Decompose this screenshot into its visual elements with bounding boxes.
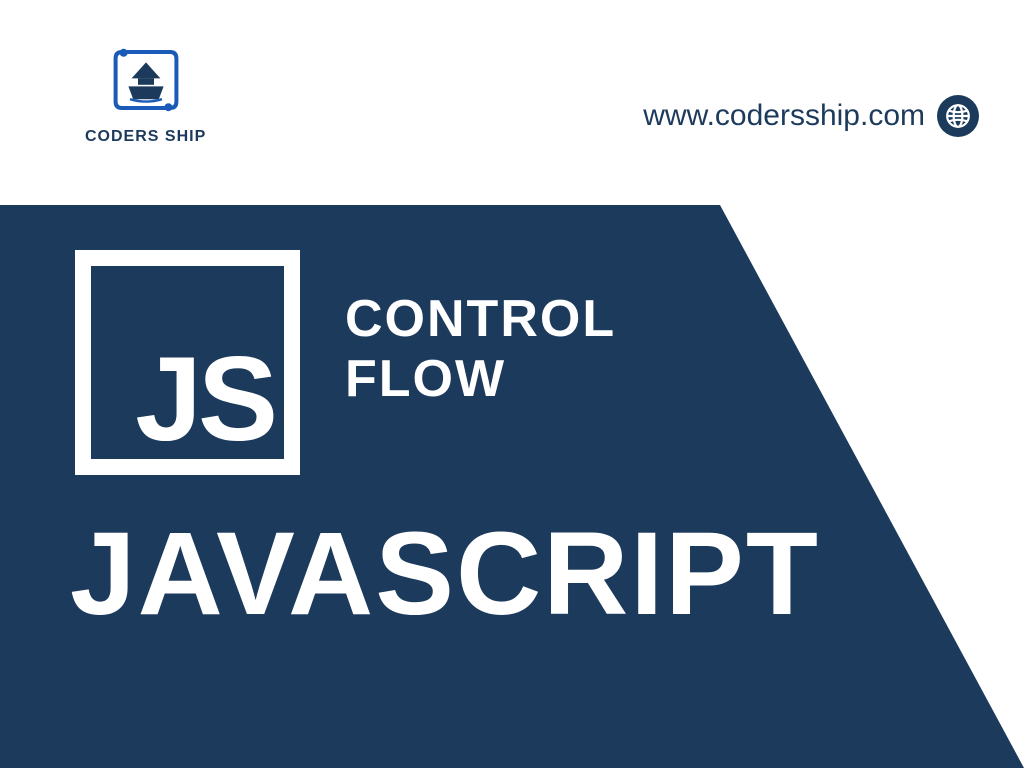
topic-title: CONTROL FLOW: [345, 290, 616, 410]
brand-logo: CODERS SHIP: [85, 40, 206, 146]
language-title: JAVASCRIPT: [70, 515, 820, 633]
ship-icon: [106, 40, 186, 120]
topic-line-2: FLOW: [345, 350, 616, 410]
website-url: www.codersship.com: [643, 99, 925, 133]
hero-section: JS CONTROL FLOW JAVASCRIPT: [0, 205, 1024, 768]
header-area: CODERS SHIP www.codersship.com: [0, 0, 1024, 205]
globe-icon: [937, 95, 979, 137]
js-logo-text: JS: [135, 339, 274, 459]
js-logo-box: JS: [75, 250, 300, 475]
website-url-block: www.codersship.com: [643, 95, 979, 137]
brand-name: CODERS SHIP: [85, 128, 206, 146]
topic-line-1: CONTROL: [345, 290, 616, 350]
